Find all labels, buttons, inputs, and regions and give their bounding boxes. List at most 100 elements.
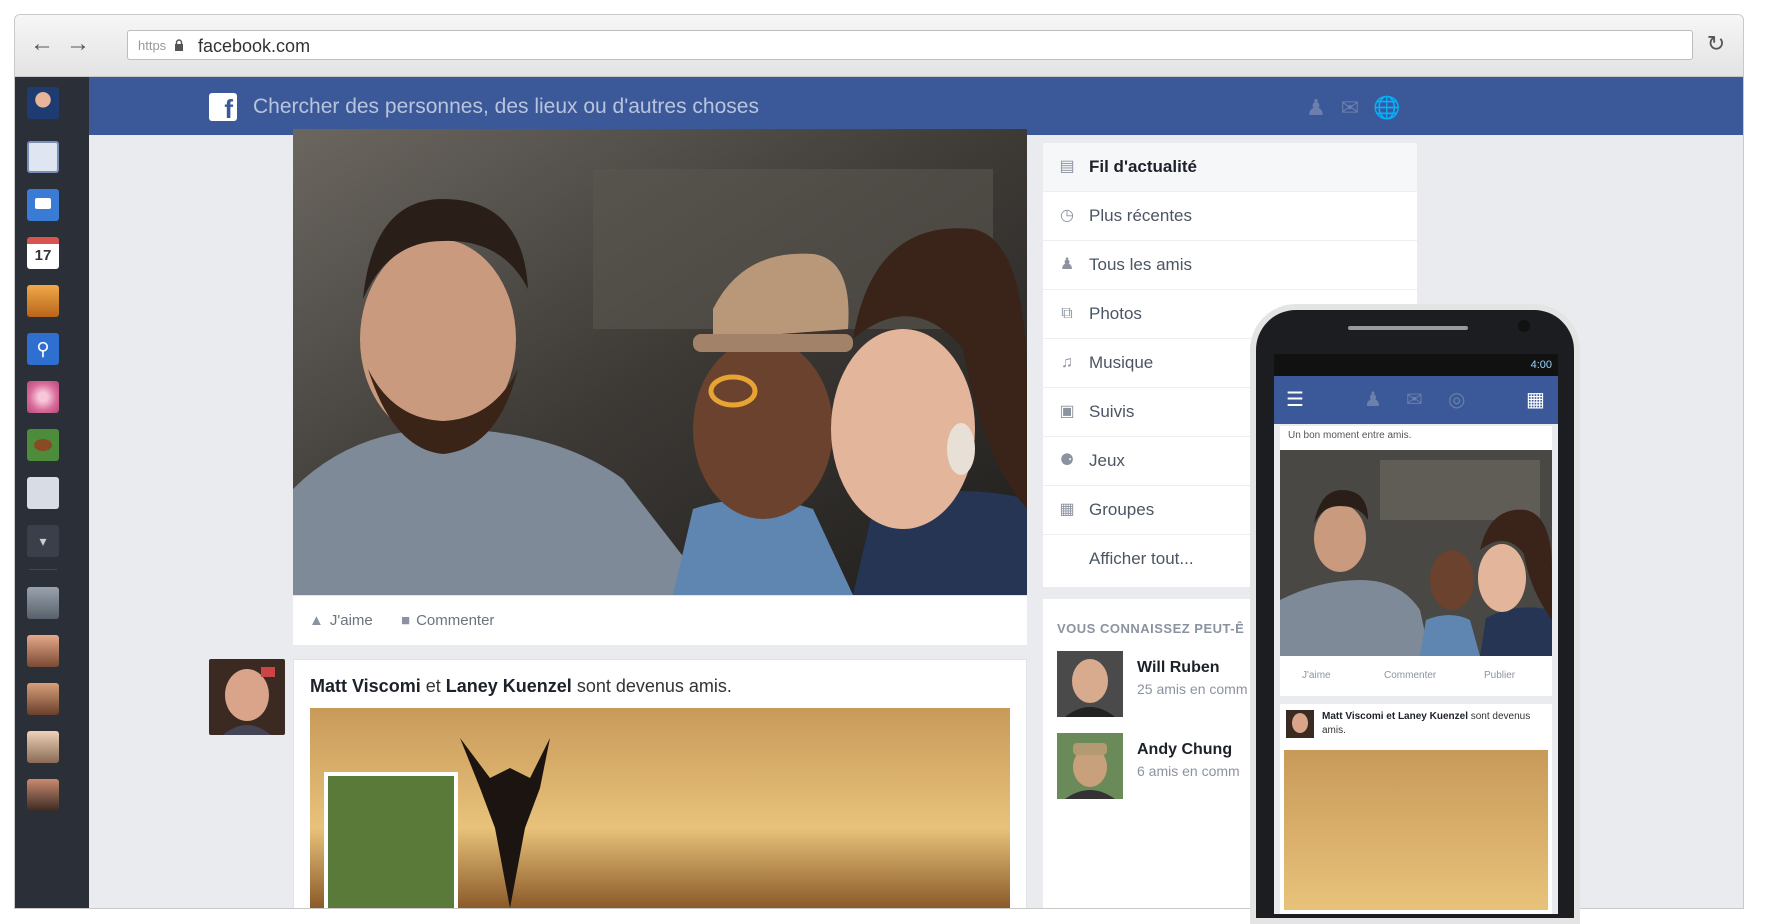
- post-photo[interactable]: [293, 129, 1027, 595]
- friend-avatar[interactable]: [27, 635, 59, 667]
- avatar-photo: [1286, 710, 1314, 738]
- story-author-avatar[interactable]: [209, 659, 285, 735]
- friends-photo: [293, 129, 1027, 595]
- nav-item-label: Plus récentes: [1089, 206, 1192, 225]
- url-protocol: https: [138, 38, 167, 53]
- news-feed-icon: ▤: [1059, 158, 1075, 175]
- phone-status-bar: 4:00: [1274, 354, 1558, 376]
- person-photo: [1057, 651, 1123, 717]
- comment-button[interactable]: ■ Commenter: [401, 612, 494, 629]
- friend-avatar[interactable]: [27, 779, 59, 811]
- flower-app-icon[interactable]: [27, 381, 59, 413]
- groups-icon: ▦: [1059, 501, 1075, 518]
- story-text: Matt Viscomi et Laney Kuenzel sont deven…: [310, 676, 732, 697]
- reload-icon[interactable]: ↻: [1703, 31, 1729, 57]
- phone-story-names[interactable]: Matt Viscomi et Laney Kuenzel: [1322, 711, 1468, 722]
- friends-photo-small: [1280, 450, 1552, 656]
- following-icon: ▣: [1059, 403, 1075, 420]
- phone-story-text: Matt Viscomi et Laney Kuenzel sont deven…: [1322, 710, 1542, 738]
- phone-comment-button[interactable]: Commenter: [1384, 670, 1436, 681]
- phone-story-avatar[interactable]: [1286, 710, 1314, 738]
- photos-app-icon[interactable]: [27, 285, 59, 317]
- friend-avatar[interactable]: [27, 587, 59, 619]
- phone-story-card: Matt Viscomi et Laney Kuenzel sont deven…: [1280, 704, 1552, 914]
- notifications-icon[interactable]: ◎: [1448, 388, 1465, 412]
- phone-facebook-header: ☰ ♟ ✉ ◎ ▦: [1274, 376, 1558, 424]
- sidebar-divider: [29, 569, 57, 570]
- friend-avatar[interactable]: [27, 731, 59, 763]
- calendar-app-icon[interactable]: 17: [27, 237, 59, 269]
- browser-toolbar: ← → https facebook.com ↻: [15, 15, 1743, 77]
- friend-requests-icon[interactable]: ♟: [1364, 388, 1382, 412]
- notes-app-icon[interactable]: [27, 477, 59, 509]
- story-person-2-link[interactable]: Laney Kuenzel: [446, 676, 572, 696]
- phone-story-photo[interactable]: [1284, 750, 1548, 910]
- pymk-mutual: 25 amis en comm: [1137, 681, 1248, 697]
- sunset-photo: [310, 708, 1010, 908]
- app-sidebar: 17 ⚲ ▾: [15, 77, 89, 908]
- games-icon: ⚈: [1059, 452, 1075, 469]
- story-photo[interactable]: [310, 708, 1010, 908]
- pymk-avatar[interactable]: [1057, 733, 1123, 799]
- phone-screen: 4:00 ☰ ♟ ✉ ◎ ▦ Un bon moment entre amis.: [1274, 354, 1558, 914]
- messages-icon[interactable]: ✉: [1337, 95, 1363, 121]
- phone-speaker: [1348, 326, 1468, 330]
- story-action: sont devenus amis.: [576, 676, 732, 696]
- address-bar[interactable]: https facebook.com: [127, 30, 1693, 60]
- nav-item-label: Photos: [1089, 304, 1142, 323]
- pymk-name[interactable]: Andy Chung: [1137, 741, 1232, 759]
- comment-label: Commenter: [416, 612, 495, 629]
- phone-post-photo[interactable]: [1280, 450, 1552, 656]
- phone-post-actions: J'aime Commenter Publier: [1280, 658, 1552, 694]
- nav-item-label: Jeux: [1089, 451, 1125, 470]
- chat-app-icon[interactable]: [27, 189, 59, 221]
- pymk-title: VOUS CONNAISSEZ PEUT-Ê: [1057, 621, 1245, 636]
- story-person-1-link[interactable]: Matt Viscomi: [310, 676, 421, 696]
- nav-item-label: Afficher tout...: [1089, 549, 1194, 568]
- thumbs-up-icon: ▲: [309, 612, 324, 629]
- forward-icon[interactable]: →: [65, 31, 91, 57]
- profile-icon[interactable]: ▦: [1526, 388, 1545, 412]
- messages-icon[interactable]: ✉: [1406, 388, 1423, 412]
- friends-icon: ♟: [1059, 256, 1075, 273]
- comment-icon: ■: [401, 612, 411, 629]
- nav-item-label: Suivis: [1089, 402, 1135, 421]
- phone-like-button[interactable]: J'aime: [1302, 670, 1331, 681]
- calendar-day: 17: [34, 247, 52, 264]
- back-icon[interactable]: ←: [29, 31, 55, 57]
- window-app-icon[interactable]: [27, 141, 59, 173]
- nav-item-all-friends[interactable]: ♟ Tous les amis: [1043, 241, 1417, 290]
- friend-requests-icon[interactable]: ♟: [1303, 95, 1329, 121]
- friend-avatar[interactable]: [27, 683, 59, 715]
- phone-post-caption: Un bon moment entre amis.: [1288, 430, 1412, 441]
- user-avatar[interactable]: [27, 87, 59, 119]
- nav-item-label: Musique: [1089, 353, 1154, 372]
- pymk-mutual: 6 amis en comm: [1137, 763, 1240, 779]
- like-label: J'aime: [329, 612, 373, 629]
- like-button[interactable]: ▲ J'aime: [309, 612, 373, 629]
- nav-item-recent[interactable]: ◷ Plus récentes: [1043, 192, 1417, 241]
- facebook-logo-icon[interactable]: f: [209, 93, 237, 121]
- search-input[interactable]: Chercher des personnes, des lieux ou d'a…: [253, 95, 759, 119]
- notifications-icon[interactable]: 🌐: [1373, 95, 1400, 121]
- phone-camera: [1518, 320, 1530, 332]
- menu-icon[interactable]: ☰: [1286, 388, 1304, 412]
- phone-device: 4:00 ☰ ♟ ✉ ◎ ▦ Un bon moment entre amis.: [1250, 304, 1580, 924]
- chevron-down-icon[interactable]: ▾: [27, 525, 59, 557]
- facebook-header: f Chercher des personnes, des lieux ou d…: [89, 77, 1743, 135]
- avatar-photo: [209, 659, 285, 735]
- pymk-avatar[interactable]: [1057, 651, 1123, 717]
- clock-icon: ◷: [1060, 207, 1074, 224]
- url-text: facebook.com: [198, 36, 311, 56]
- football-app-icon[interactable]: [27, 429, 59, 461]
- nav-item-label: Tous les amis: [1089, 255, 1192, 274]
- nav-item-label: Groupes: [1089, 500, 1155, 519]
- music-icon: ♫: [1061, 354, 1073, 371]
- phone-share-button[interactable]: Publier: [1484, 670, 1515, 681]
- pymk-name[interactable]: Will Ruben: [1137, 659, 1220, 677]
- search-app-icon[interactable]: ⚲: [27, 333, 59, 365]
- post-action-bar: ▲ J'aime ■ Commenter: [293, 595, 1027, 645]
- friendship-story: Matt Viscomi et Laney Kuenzel sont deven…: [293, 659, 1027, 908]
- nav-item-news-feed[interactable]: ▤ Fil d'actualité: [1043, 143, 1417, 192]
- phone-post-card: Un bon moment entre amis. J'aime Comment…: [1280, 426, 1552, 696]
